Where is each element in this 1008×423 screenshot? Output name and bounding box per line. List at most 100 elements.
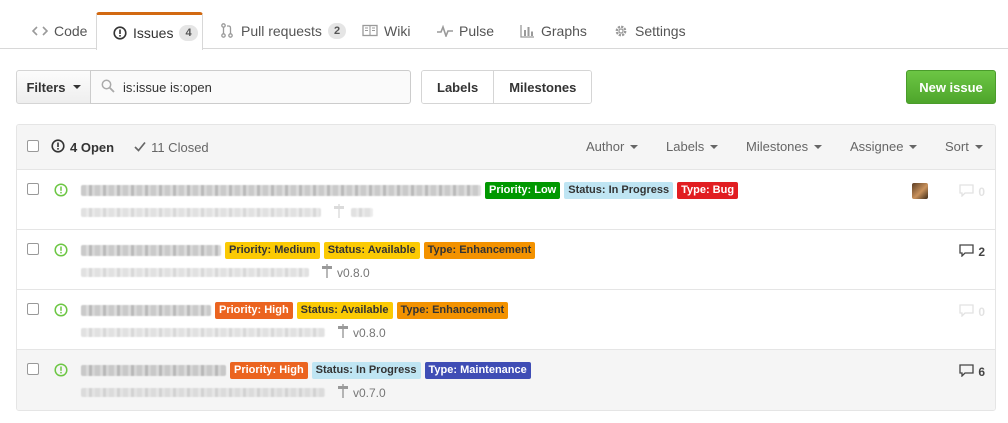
tab-label: Code <box>54 22 88 39</box>
milestone-icon <box>321 264 333 281</box>
tab-counter: 2 <box>327 22 347 39</box>
issue-label[interactable]: Status: In Progress <box>311 362 421 379</box>
comment-count-value: 2 <box>978 245 985 259</box>
tab-label: Pulse <box>459 22 495 39</box>
issue-checkbox[interactable] <box>27 303 39 315</box>
issue-title-line: Priority: Medium Status: Available Type:… <box>81 242 536 259</box>
comment-count[interactable]: 6 <box>959 364 985 380</box>
milestone-link[interactable] <box>333 204 345 221</box>
issue-row[interactable]: Priority: High Status: In Progress Type:… <box>17 350 995 410</box>
issue-row[interactable]: Priority: Low Status: In Progress Type: … <box>17 170 995 230</box>
tab-label: Wiki <box>384 22 411 39</box>
issue-title-line: Priority: Low Status: In Progress Type: … <box>81 182 739 199</box>
repo-nav-tabs: Code Issues 4 Pull requests 2 Wiki Pulse… <box>0 0 1008 50</box>
issue-row[interactable]: Priority: High Status: Available Type: E… <box>17 290 995 350</box>
issue-label[interactable]: Priority: Medium <box>225 242 320 259</box>
milestones-filter[interactable]: Milestones <box>746 139 823 154</box>
chevron-down-icon <box>710 144 719 149</box>
milestone-title: v0.7.0 <box>353 385 386 400</box>
tab-code[interactable]: Code <box>32 12 87 49</box>
issue-title-redacted[interactable] <box>81 305 211 316</box>
comment-icon <box>959 304 974 320</box>
milestone-redacted <box>351 208 373 217</box>
chevron-down-icon <box>909 144 918 149</box>
issue-meta: v0.7.0 <box>81 384 386 401</box>
comment-count[interactable]: 2 <box>959 244 985 260</box>
book-icon <box>362 23 378 39</box>
tab-issues[interactable]: Issues 4 <box>96 12 203 50</box>
milestones-filter-label: Milestones <box>746 139 809 154</box>
issue-title-redacted[interactable] <box>81 185 481 196</box>
tab-pulse[interactable]: Pulse <box>437 12 494 49</box>
issue-title-redacted[interactable] <box>81 245 221 256</box>
filters-button[interactable]: Filters <box>16 70 91 104</box>
issue-opened-icon <box>54 243 68 260</box>
issue-title-redacted[interactable] <box>81 365 226 376</box>
issue-label[interactable]: Priority: High <box>215 302 293 319</box>
sort-filter[interactable]: Sort <box>945 139 983 154</box>
sort-filter-label: Sort <box>945 139 969 154</box>
open-count: 4 Open <box>70 140 115 155</box>
issues-list: 4 Open 11 Closed Author Labels Milestone… <box>16 124 996 411</box>
issue-checkbox[interactable] <box>27 243 39 255</box>
issue-label[interactable]: Priority: Low <box>485 182 561 199</box>
labels-button[interactable]: Labels <box>422 71 494 103</box>
issue-label[interactable]: Status: In Progress <box>564 182 674 199</box>
closed-count: 11 Closed <box>151 140 209 155</box>
tab-label: Pull requests <box>241 22 322 39</box>
gear-icon <box>613 23 629 39</box>
labels-filter[interactable]: Labels <box>666 139 719 154</box>
milestone-link[interactable]: v0.8.0 <box>321 264 370 281</box>
code-icon <box>32 23 48 39</box>
issue-label[interactable]: Type: Enhancement <box>396 302 509 319</box>
chevron-down-icon <box>72 85 81 89</box>
issue-label[interactable]: Status: Available <box>323 242 420 259</box>
issue-label[interactable]: Type: Maintenance <box>424 362 531 379</box>
issues-list-header: 4 Open 11 Closed Author Labels Milestone… <box>17 125 995 170</box>
issue-checkbox[interactable] <box>27 363 39 375</box>
comment-count-value: 6 <box>978 365 985 379</box>
milestone-link[interactable]: v0.8.0 <box>337 324 386 341</box>
assignee-filter[interactable]: Assignee <box>850 139 918 154</box>
author-filter-label: Author <box>586 139 625 154</box>
chevron-down-icon <box>974 144 983 149</box>
filters-label: Filters <box>26 79 66 95</box>
issue-label[interactable]: Type: Enhancement <box>423 242 536 259</box>
issue-row[interactable]: Priority: Medium Status: Available Type:… <box>17 230 995 290</box>
comment-count-value: 0 <box>978 185 985 199</box>
issue-opened-icon <box>54 303 68 320</box>
tab-wiki[interactable]: Wiki <box>362 12 410 49</box>
issue-label[interactable]: Status: Available <box>296 302 393 319</box>
issue-label[interactable]: Priority: High <box>230 362 308 379</box>
tab-settings[interactable]: Settings <box>613 12 686 49</box>
milestone-title: v0.8.0 <box>353 325 386 340</box>
chevron-down-icon <box>814 144 823 149</box>
author-filter[interactable]: Author <box>586 139 639 154</box>
milestones-button[interactable]: Milestones <box>493 71 592 103</box>
open-issues-link[interactable]: 4 Open <box>51 139 114 156</box>
tab-label: Issues <box>133 24 174 41</box>
milestone-link[interactable]: v0.7.0 <box>337 384 386 401</box>
select-all-checkbox[interactable] <box>27 140 39 152</box>
new-issue-button[interactable]: New issue <box>906 70 996 104</box>
labels-filter-label: Labels <box>666 139 705 154</box>
issue-meta <box>81 204 373 221</box>
comment-count[interactable]: 0 <box>959 304 985 320</box>
comment-icon <box>959 244 974 260</box>
tab-pull-requests[interactable]: Pull requests 2 <box>219 12 347 49</box>
assignee-filter-label: Assignee <box>850 139 904 154</box>
comment-count[interactable]: 0 <box>959 184 985 200</box>
labels-milestones-group: Labels Milestones <box>421 70 593 104</box>
assignee-avatar[interactable] <box>912 183 928 199</box>
tab-graphs[interactable]: Graphs <box>519 12 587 49</box>
issue-opened-icon <box>113 25 127 41</box>
milestone-icon <box>337 384 349 401</box>
issue-label[interactable]: Type: Bug <box>677 182 739 199</box>
issue-meta: v0.8.0 <box>81 264 370 281</box>
issue-meta: v0.8.0 <box>81 324 386 341</box>
closed-issues-link[interactable]: 11 Closed <box>134 140 209 155</box>
tab-label: Graphs <box>541 22 587 39</box>
issue-checkbox[interactable] <box>27 183 39 195</box>
search-box <box>90 70 411 104</box>
search-input[interactable] <box>123 79 403 95</box>
